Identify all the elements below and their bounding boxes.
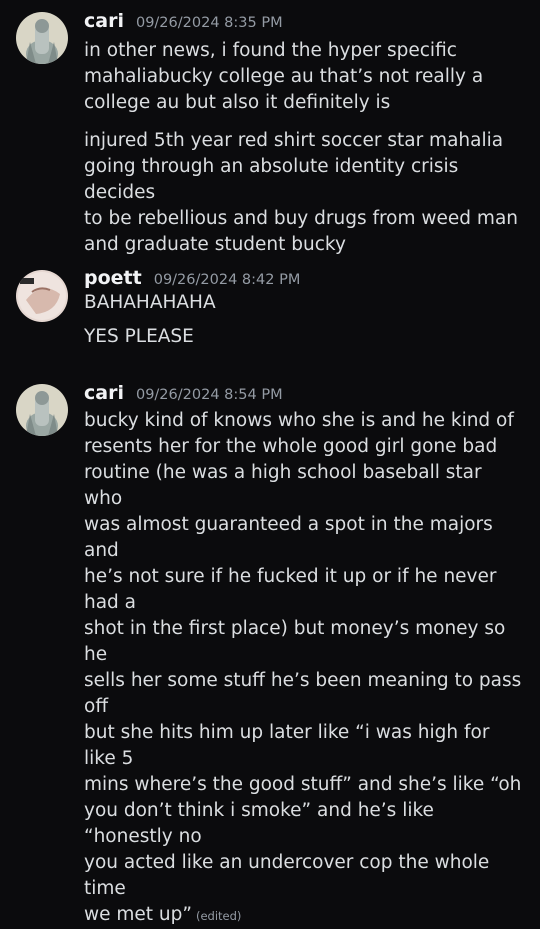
- timestamp: 09/26/2024 8:54 PM: [135, 387, 283, 403]
- message-text: BAHAHAHAHA: [84, 292, 216, 313]
- message-text: injured 5th year red shirt soccer star m…: [84, 130, 519, 255]
- author-name[interactable]: cari: [84, 10, 124, 32]
- message-header: poett 09/26/2024 8:42 PM: [84, 267, 300, 289]
- author-name[interactable]: poett: [84, 267, 142, 289]
- message-header: cari 09/26/2024 8:35 PM: [84, 10, 283, 32]
- message-header: cari 09/26/2024 8:54 PM: [84, 382, 283, 404]
- avatar-cari-icon[interactable]: [16, 12, 68, 64]
- avatar-poett-icon[interactable]: [16, 270, 68, 322]
- avatar-cari-icon[interactable]: [16, 384, 68, 436]
- message-text: in other news, i found the hyper specifi…: [84, 40, 484, 113]
- edited-label: (edited): [195, 909, 242, 923]
- message-text-content: bucky kind of knows who she is and he ki…: [84, 410, 522, 925]
- message-text: bucky kind of knows who she is and he ki…: [84, 408, 524, 929]
- message-text: YES PLEASE: [84, 326, 194, 347]
- timestamp: 09/26/2024 8:35 PM: [135, 15, 283, 31]
- timestamp: 09/26/2024 8:42 PM: [153, 272, 301, 288]
- author-name[interactable]: cari: [84, 382, 124, 404]
- chat-log: cari 09/26/2024 8:35 PM in other news, i…: [0, 0, 540, 925]
